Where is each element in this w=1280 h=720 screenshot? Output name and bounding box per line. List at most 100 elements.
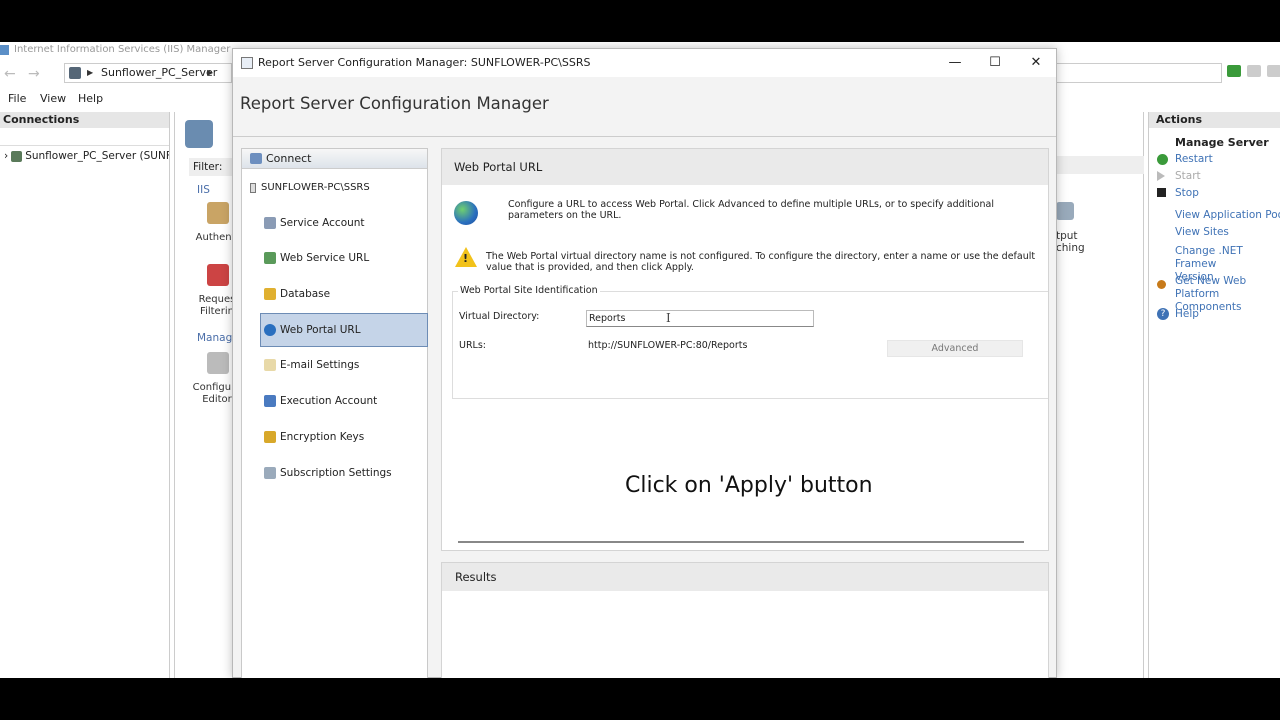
action-view-sites[interactable]: View Sites (1175, 226, 1229, 239)
features-panel: Filter: IIS Authenti Reques Filterin Man… (174, 112, 249, 678)
key-icon (264, 431, 276, 443)
help-icon: ? (1157, 308, 1169, 320)
connect-button[interactable]: Connect (242, 149, 427, 169)
action-help[interactable]: Help (1175, 308, 1199, 321)
nav-item-label: Encryption Keys (280, 431, 365, 443)
group-iis: IIS (197, 184, 210, 196)
urls-label: URLs: (459, 340, 486, 351)
expand-icon[interactable]: › (4, 150, 8, 162)
page-title: Report Server Configuration Manager (240, 94, 549, 113)
horizontal-scrollbar[interactable] (458, 541, 1024, 543)
web-platform-icon (1157, 280, 1166, 289)
restart-icon (1157, 154, 1168, 165)
request-filtering-icon[interactable] (207, 264, 229, 286)
connections-title: Connections (0, 112, 169, 128)
nav-panel: Connect SUNFLOWER-PC\SSRS Service Accoun… (241, 148, 428, 678)
menu-file[interactable]: File (8, 92, 26, 105)
text-cursor-icon: I (666, 311, 671, 325)
nav-item-encryption-keys[interactable]: Encryption Keys (261, 421, 427, 453)
close-icon[interactable]: ✕ (1018, 53, 1054, 73)
configuration-editor-icon[interactable] (207, 352, 229, 374)
nav-item-label: Service Account (280, 217, 365, 229)
server-icon (250, 183, 256, 193)
panel-description: Configure a URL to access Web Portal. Cl… (508, 199, 994, 221)
refresh-icon[interactable] (1247, 65, 1261, 77)
iis-app-icon (0, 45, 9, 55)
virtual-directory-label: Virtual Directory: (459, 311, 540, 322)
results-panel: Results (441, 562, 1049, 678)
site-identification-legend: Web Portal Site Identification (458, 285, 600, 296)
execution-account-icon (264, 395, 276, 407)
virtual-directory-input[interactable]: Reports (586, 310, 814, 327)
action-restart[interactable]: Restart (1175, 153, 1213, 166)
stop-icon (1157, 188, 1166, 197)
minimize-icon[interactable]: — (937, 53, 973, 73)
nav-item-execution-account[interactable]: Execution Account (261, 385, 427, 417)
server-name: SUNFLOWER-PC\SSRS (250, 182, 370, 193)
nav-item-service-account[interactable]: Service Account (261, 207, 427, 239)
menu-view[interactable]: View (40, 92, 66, 105)
dialog-titlebar[interactable]: Report Server Configuration Manager: SUN… (233, 49, 1056, 77)
tree-node-label: Sunflower_PC_Server (SUNFL (25, 150, 169, 162)
email-icon (264, 359, 276, 371)
server-label: SUNFLOWER-PC\SSRS (261, 182, 370, 193)
server-icon (69, 67, 81, 79)
home-icon[interactable] (1267, 65, 1280, 77)
chevron-right-icon: ▶ (207, 68, 214, 77)
globe-icon (454, 201, 478, 225)
action-view-application-pools[interactable]: View Application Pools (1175, 209, 1280, 222)
server-icon (185, 120, 213, 148)
web-service-icon (264, 252, 276, 264)
authentication-icon[interactable] (207, 202, 229, 224)
dialog-title: Report Server Configuration Manager: SUN… (258, 56, 591, 69)
globe-icon (264, 324, 276, 336)
nav-item-database[interactable]: Database (261, 278, 427, 310)
feature-output-caching[interactable]: tput ching (1056, 230, 1085, 254)
address-text: Sunflower_PC_Server (101, 66, 218, 79)
database-icon (264, 288, 276, 300)
tree-node-server[interactable]: › Sunflower_PC_Server (SUNFL (0, 150, 169, 162)
warning-text: The Web Portal virtual directory name is… (486, 251, 1036, 273)
actions-panel: Actions Manage Server Restart Start Stop… (1148, 112, 1280, 678)
action-start[interactable]: Start (1175, 170, 1201, 183)
nav-item-email-settings[interactable]: E-mail Settings (261, 349, 427, 381)
nav-item-label: Web Portal URL (280, 324, 361, 336)
service-account-icon (264, 217, 276, 229)
output-caching-icon[interactable] (1056, 202, 1074, 220)
overlay-caption: Click on 'Apply' button (625, 473, 873, 498)
nav-item-label: Web Service URL (280, 252, 370, 264)
nav-item-label: Database (280, 288, 331, 300)
features-panel-right: tput ching (1056, 112, 1144, 678)
nav-item-web-service-url[interactable]: Web Service URL (261, 242, 427, 274)
advanced-button[interactable]: Advanced (887, 340, 1023, 357)
go-icon[interactable] (1227, 65, 1241, 77)
nav-item-label: Execution Account (280, 395, 378, 407)
manage-server-heading: Manage Server (1175, 136, 1269, 149)
nav-item-label: Subscription Settings (280, 467, 392, 479)
nav-item-label: E-mail Settings (280, 359, 360, 371)
menu-help[interactable]: Help (78, 92, 103, 105)
connect-label: Connect (266, 152, 312, 165)
chevron-right-icon: ▶ (87, 68, 94, 77)
start-icon (1157, 171, 1165, 181)
connections-panel: Connections › Sunflower_PC_Server (SUNFL (0, 112, 170, 678)
column-header-bar (1056, 156, 1144, 174)
subscription-icon (264, 467, 276, 479)
nav-item-web-portal-url[interactable]: Web Portal URL (260, 313, 428, 347)
url-link[interactable]: http://SUNFLOWER-PC:80/Reports (588, 340, 747, 351)
nav-item-subscription-settings[interactable]: Subscription Settings (261, 457, 427, 489)
desktop: Internet Information Services (IIS) Mana… (0, 42, 1280, 678)
action-stop[interactable]: Stop (1175, 187, 1199, 200)
actions-title: Actions (1149, 112, 1280, 128)
iis-address-bar[interactable]: ▶ Sunflower_PC_Server ▶ (64, 63, 232, 83)
connect-icon (250, 153, 262, 164)
dialog-header: Report Server Configuration Manager (233, 77, 1056, 137)
iis-window-title: Internet Information Services (IIS) Mana… (14, 44, 231, 55)
web-portal-url-panel: Web Portal URL Configure a URL to access… (441, 148, 1049, 551)
iis-address-bar-right[interactable] (1050, 63, 1222, 83)
server-icon (11, 150, 23, 162)
rs-config-dialog: Report Server Configuration Manager: SUN… (232, 48, 1057, 678)
maximize-icon[interactable]: ☐ (977, 53, 1013, 73)
forward-arrow-icon[interactable]: → (28, 66, 40, 82)
back-arrow-icon[interactable]: ← (4, 66, 16, 82)
